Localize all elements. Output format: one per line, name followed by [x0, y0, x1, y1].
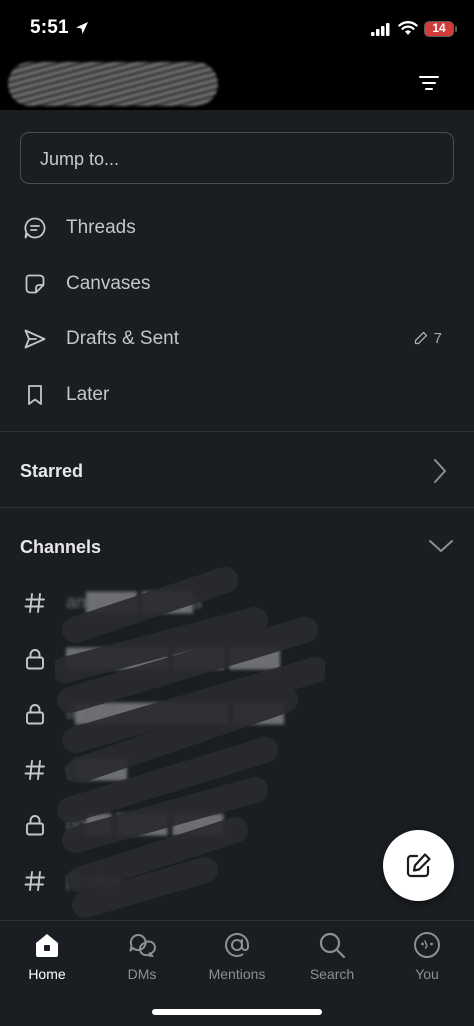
workspace-name-redacted[interactable]	[8, 62, 218, 106]
tab-label: DMs	[127, 966, 157, 982]
home-indicator	[152, 1009, 322, 1015]
cellular-signal-icon	[371, 23, 390, 36]
lock-icon	[26, 648, 44, 669]
compose-button[interactable]	[383, 830, 454, 901]
wifi-icon	[398, 21, 418, 35]
jump-to-input[interactable]: Jump to...	[20, 132, 454, 184]
nav-item-label: Later	[66, 384, 110, 405]
filter-lines-icon[interactable]	[412, 68, 446, 98]
hash-icon	[24, 870, 45, 891]
tab-home[interactable]: Home	[7, 921, 87, 991]
compose-icon	[406, 853, 431, 878]
home-icon	[36, 934, 58, 957]
battery-level: 14	[432, 21, 446, 35]
section-starred[interactable]: Starred	[20, 461, 83, 482]
nav-item-later[interactable]: Later	[0, 368, 474, 422]
nav-item-label: Canvases	[66, 273, 151, 294]
battery-icon: 14	[424, 21, 454, 37]
location-arrow-icon	[76, 22, 88, 34]
divider	[0, 507, 474, 508]
status-time: 5:51	[30, 17, 69, 38]
avatar-icon	[414, 932, 440, 958]
nav-item-threads[interactable]: Threads	[0, 201, 474, 255]
tab-dms[interactable]: DMs	[102, 921, 182, 991]
lock-icon	[26, 815, 44, 836]
nav-item-label: Threads	[66, 217, 136, 238]
tab-label: You	[415, 966, 439, 982]
nav-item-canvases[interactable]: Canvases	[0, 257, 474, 311]
section-channels[interactable]: Channels	[20, 537, 101, 558]
divider	[0, 431, 474, 432]
jump-to-placeholder: Jump to...	[40, 149, 120, 169]
redaction-scribble	[55, 567, 325, 918]
tab-label: Mentions	[208, 966, 266, 982]
tab-you[interactable]: You	[387, 921, 467, 991]
tab-label: Search	[309, 966, 355, 982]
tab-mentions[interactable]: Mentions	[197, 921, 277, 991]
drafts-count: 7	[414, 330, 442, 347]
canvas-icon	[25, 274, 45, 294]
threads-icon	[24, 217, 46, 239]
bookmark-icon	[28, 385, 42, 405]
lock-icon	[26, 704, 44, 725]
search-icon	[319, 932, 346, 959]
chevron-down-icon[interactable]	[428, 538, 454, 554]
hash-icon	[24, 593, 45, 613]
chevron-right-icon[interactable]	[432, 458, 448, 484]
hash-icon	[24, 759, 45, 780]
tab-label: Home	[28, 966, 66, 982]
dms-icon	[129, 933, 156, 957]
nav-item-drafts-sent[interactable]: Drafts & Sent 7	[0, 312, 474, 366]
send-icon	[24, 329, 46, 349]
nav-item-label: Drafts & Sent	[66, 328, 179, 349]
battery-tip	[455, 26, 457, 32]
tab-search[interactable]: Search	[292, 921, 372, 991]
pencil-icon	[414, 331, 427, 345]
status-bar: 5:51 14	[0, 0, 474, 56]
workspace-header	[0, 56, 474, 110]
at-sign-icon	[225, 933, 249, 957]
drafts-count-value: 7	[433, 330, 442, 347]
